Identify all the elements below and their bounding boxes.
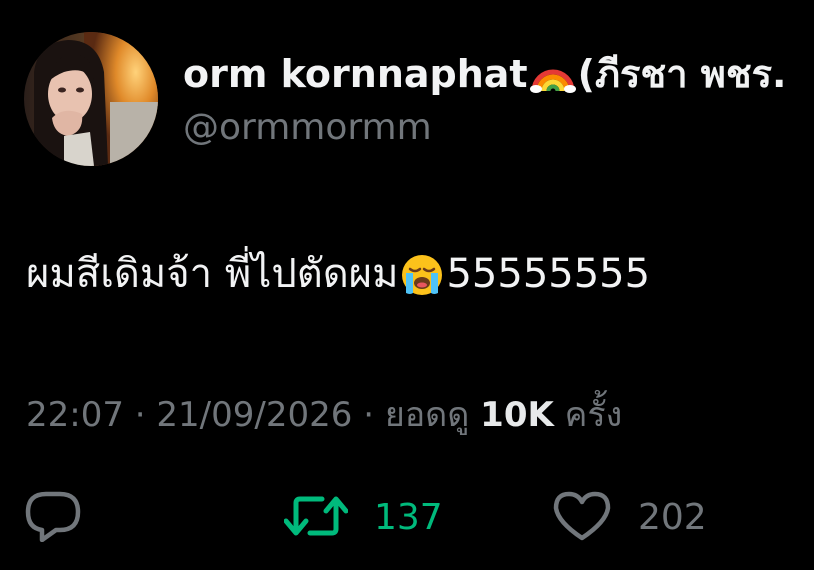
reply-button[interactable] [24,488,82,548]
display-name-text: orm kornnaphat [183,52,528,96]
display-name[interactable]: orm kornnaphat (ภีรชา พชร. [183,48,814,106]
loudly-crying-face-icon [400,253,444,312]
like-button[interactable]: 202 [552,488,707,548]
reply-icon [24,490,82,546]
meta-separator: · [363,395,375,435]
retweet-count: 137 [374,497,443,538]
like-count: 202 [638,497,707,538]
action-bar: 137 202 [0,488,814,548]
meta-separator: · [134,395,146,435]
views-suffix: ครั้ง [564,395,623,435]
user-handle[interactable]: @ormmormm [183,104,432,152]
display-name-suffix: (ภีรชา พชร. [577,52,787,96]
rainbow-emoji-icon [529,54,576,106]
profile-photo [24,32,158,166]
retweet-button[interactable]: 137 [283,488,443,548]
tweet-text-main: ผมสีเดิมจ้า พี่ไปตัดผม [26,251,399,297]
tweet-date[interactable]: 21/09/2026 [156,395,352,435]
heart-icon [552,490,612,546]
avatar[interactable] [24,32,158,166]
tweet-time[interactable]: 22:07 [26,395,124,435]
tweet-text: ผมสีเดิมจ้า พี่ไปตัดผม 55555555 [26,246,650,312]
retweet-icon [283,491,349,545]
tweet: orm kornnaphat (ภีรชา พชร. @ormmormm ผมส… [0,0,814,570]
tweet-text-laugh: 55555555 [446,251,651,297]
tweet-meta: 22:07 · 21/09/2026 · ยอดดู 10K ครั้ง [26,390,622,440]
views-label: ยอดดู [384,395,470,435]
views-count: 10K [480,395,554,435]
